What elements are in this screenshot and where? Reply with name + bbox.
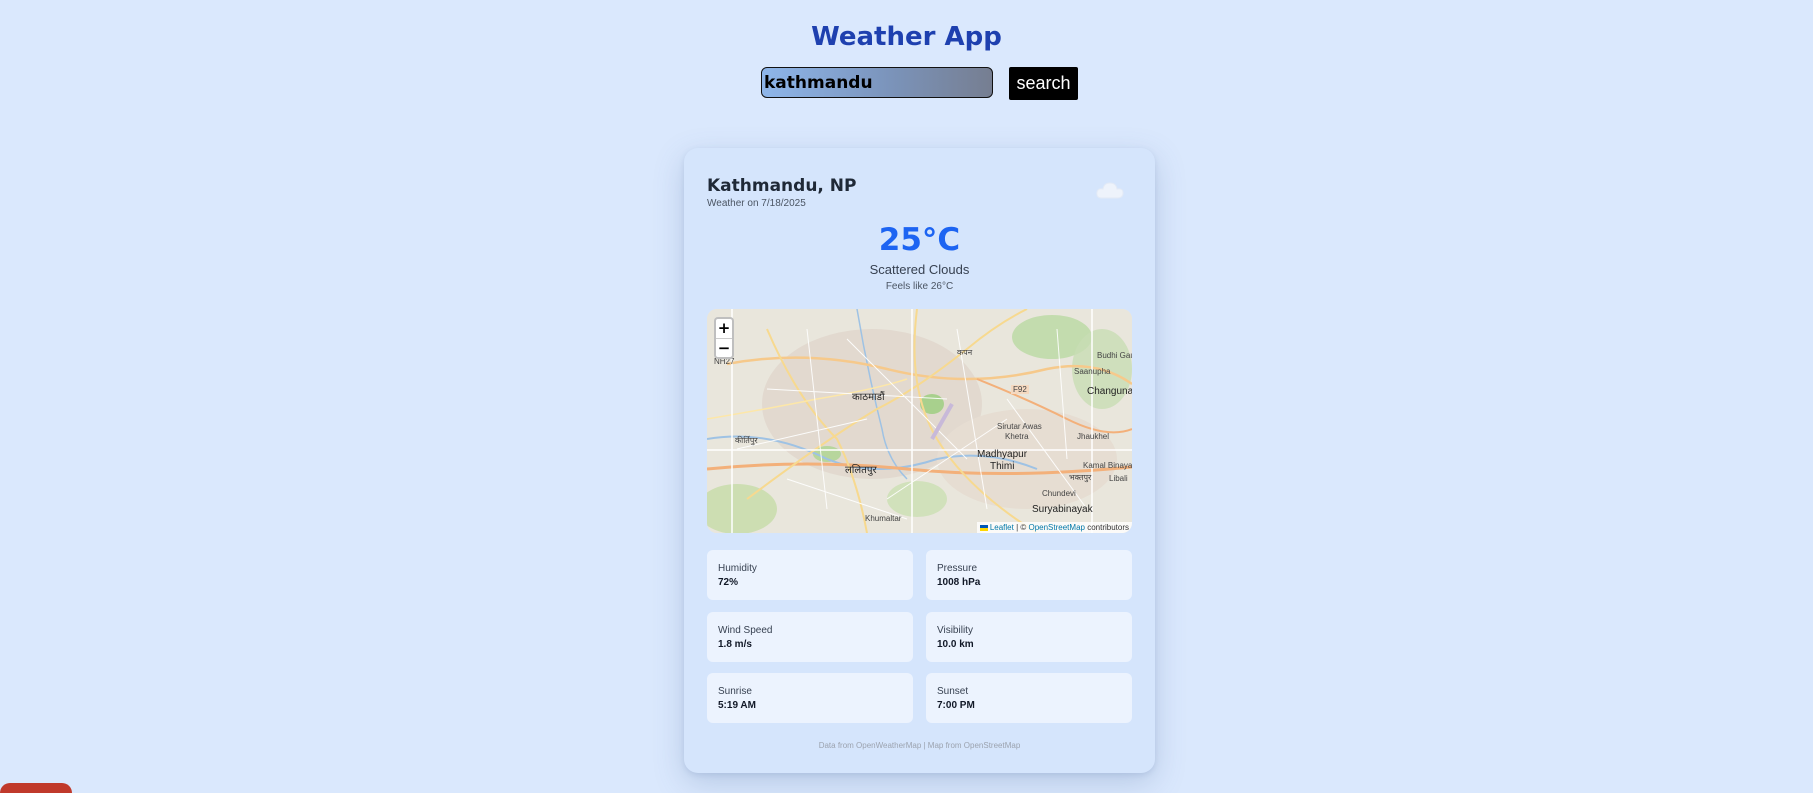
map-label-sirutar: Sirutar Awas <box>997 422 1042 431</box>
city-search-input[interactable] <box>761 67 993 98</box>
map-label-changunarayan: Changunar <box>1087 386 1132 397</box>
stat-label: Sunrise <box>718 686 752 697</box>
stat-sunrise: Sunrise 5:19 AM <box>707 673 913 723</box>
stat-value: 10.0 km <box>937 639 974 650</box>
openstreetmap-link[interactable]: OpenStreetMap <box>1028 523 1084 532</box>
stat-value: 5:19 AM <box>718 700 756 711</box>
stat-label: Visibility <box>937 625 973 636</box>
stat-wind-speed: Wind Speed 1.8 m/s <box>707 612 913 662</box>
weather-map[interactable]: काठमाडौं ललितपुर Madhyapur Thimi Suryabi… <box>707 309 1132 533</box>
stat-value: 1.8 m/s <box>718 639 752 650</box>
date-line: Weather on 7/18/2025 <box>707 198 806 209</box>
weather-description: Scattered Clouds <box>869 262 970 277</box>
cloud-icon <box>1096 182 1124 199</box>
leaflet-link[interactable]: Leaflet <box>990 523 1014 532</box>
stat-label: Sunset <box>937 686 969 697</box>
zoom-out-button[interactable]: − <box>716 339 732 358</box>
map-label-lalitpur: ललितपुर <box>845 465 877 476</box>
map-attribution: Leaflet | © OpenStreetMap contributors <box>976 522 1132 533</box>
zoom-control: + − <box>714 317 734 359</box>
app-title: Weather App <box>811 22 1002 52</box>
map-label-kapan: कपन <box>957 348 973 357</box>
stat-value: 7:00 PM <box>937 700 975 711</box>
map-label-bhaktapur: भक्तपुर <box>1069 473 1092 482</box>
temperature: 25°C <box>878 222 961 258</box>
stat-label: Wind Speed <box>718 625 773 636</box>
corner-widget[interactable] <box>0 783 72 793</box>
stat-value: 1008 hPa <box>937 577 981 588</box>
search-button[interactable]: search <box>1009 67 1078 100</box>
map-label-kathmandu: काठमाडौं <box>852 392 885 403</box>
stat-pressure: Pressure 1008 hPa <box>926 550 1132 600</box>
zoom-in-button[interactable]: + <box>716 319 732 339</box>
map-label-f92: F92 <box>1011 385 1029 394</box>
stat-sunset: Sunset 7:00 PM <box>926 673 1132 723</box>
stat-visibility: Visibility 10.0 km <box>926 612 1132 662</box>
map-label-suryabinayak: Suryabinayak <box>1032 504 1093 515</box>
data-source-footer: Data from OpenWeatherMap | Map from Open… <box>818 741 1021 750</box>
location-title: Kathmandu, NP <box>707 176 857 196</box>
map-label-kirtipur: कीर्तिपुर <box>735 436 758 445</box>
map-label-chundevi: Chundevi <box>1042 489 1076 498</box>
stat-value: 72% <box>718 577 739 588</box>
map-label-jhaukhel: Jhaukhel <box>1077 432 1110 441</box>
ukraine-flag-icon <box>979 524 988 531</box>
map-label-kamal-binayak: Kamal Binayak <box>1083 461 1132 470</box>
attribution-suffix: contributors <box>1084 523 1129 532</box>
map-label-saanupha: Saanupha <box>1074 367 1111 376</box>
feels-like: Feels like 26°C <box>885 281 954 292</box>
map-label-madhyapur: Madhyapur <box>977 449 1028 460</box>
map-tiles <box>707 309 1132 533</box>
map-label-thimi: Thimi <box>990 461 1015 472</box>
stat-humidity: Humidity 72% <box>707 550 913 600</box>
stat-label: Humidity <box>718 563 757 574</box>
map-label-budhi-gaun: Budhi Gaun <box>1097 351 1132 360</box>
stat-label: Pressure <box>937 563 978 574</box>
map-label-khetra: Khetra <box>1005 432 1029 441</box>
weather-card: Kathmandu, NP Weather on 7/18/2025 25°C … <box>684 148 1155 773</box>
attribution-separator: | © <box>1013 523 1029 532</box>
map-label-libali: Libali <box>1109 474 1128 483</box>
map-label-khumaltar: Khumaltar <box>865 514 902 523</box>
